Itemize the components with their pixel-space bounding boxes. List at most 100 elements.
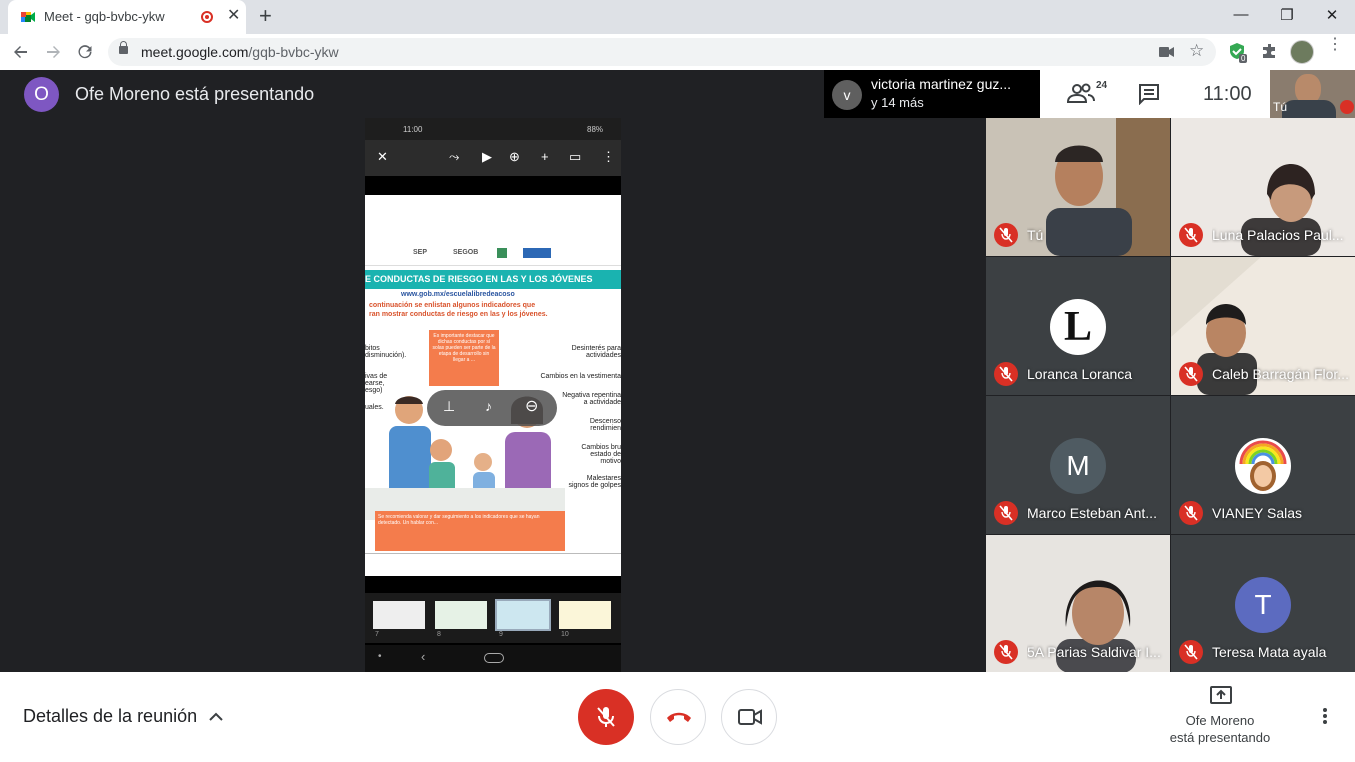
slide-callout: Es importante destacar que dichas conduc… xyxy=(429,330,499,386)
present-icon xyxy=(1210,686,1232,704)
self-preview-tile[interactable]: Tú xyxy=(1270,70,1355,118)
camera-blocked-icon[interactable] xyxy=(1159,46,1175,58)
star-icon[interactable]: ☆ xyxy=(1189,41,1204,61)
thumb-number: 7 xyxy=(375,631,379,638)
minimize-button[interactable]: — xyxy=(1231,6,1251,23)
reload-icon[interactable] xyxy=(74,41,96,63)
participant-tile[interactable]: 5A Parias Saldivar I... xyxy=(986,535,1170,673)
more-vert-icon[interactable] xyxy=(1318,704,1332,728)
camera-toggle-button[interactable] xyxy=(721,689,777,745)
participant-name: Marco Esteban Ant... xyxy=(1027,505,1157,521)
chat-more-count: y 14 más xyxy=(871,95,924,110)
thumb-number: 9 xyxy=(499,631,503,638)
chat-notification[interactable]: v victoria martinez guz... y 14 más xyxy=(824,70,1040,118)
slide-footer: Se recomienda valorar y dar seguimiento … xyxy=(375,511,565,551)
slide-logo-segob: SEGOB xyxy=(453,249,479,256)
comment-icon: ▭ xyxy=(569,149,582,164)
phone-back-icon: ‹ xyxy=(421,649,426,664)
participant-tile[interactable]: Tú xyxy=(986,118,1170,256)
participant-name: Caleb Barragán Flor... xyxy=(1212,366,1349,382)
mic-off-icon xyxy=(994,223,1018,247)
slide-thumbnail xyxy=(373,601,425,629)
slide-right-item: Desinterés para actividades xyxy=(571,345,621,359)
phone-time: 11:00 xyxy=(403,125,423,134)
chat-icon[interactable] xyxy=(1138,83,1160,105)
phone-nav-bar: • ‹ xyxy=(365,645,621,672)
chat-sender-avatar: v xyxy=(832,80,862,110)
slide-content: SEP SEGOB E CONDUCTAS DE RIESGO EN LAS Y… xyxy=(365,195,621,576)
meeting-details-button[interactable]: Detalles de la reunión xyxy=(23,706,197,727)
shield-extension-icon[interactable]: 0 xyxy=(1228,42,1248,64)
tab-close-icon[interactable]: ✕ xyxy=(227,7,240,25)
forward-arrow-icon[interactable] xyxy=(42,41,64,63)
participant-tile[interactable]: Luna Palacios Paul... xyxy=(1171,118,1355,256)
people-icon[interactable] xyxy=(1066,82,1096,104)
new-tab-button[interactable]: + xyxy=(259,5,272,27)
mic-off-icon xyxy=(994,640,1018,664)
participant-name: Teresa Mata ayala xyxy=(1212,644,1327,660)
participant-avatar: M xyxy=(1050,438,1106,494)
slide-right-item: Cambios en la vestimenta xyxy=(540,373,621,380)
restore-button[interactable]: ❐ xyxy=(1277,6,1297,24)
slide-logo-badge xyxy=(523,248,551,258)
self-label: Tú xyxy=(1273,100,1288,114)
participant-name: Loranca Loranca xyxy=(1027,366,1133,382)
hangup-button[interactable] xyxy=(650,689,706,745)
participants-count: 24 xyxy=(1096,80,1108,91)
thumb-number: 10 xyxy=(561,631,569,638)
camera-icon xyxy=(738,709,762,725)
slide-thumbnail xyxy=(559,601,611,629)
thumb-number: 8 xyxy=(437,631,441,638)
participant-name: VIANEY Salas xyxy=(1212,505,1303,521)
present-line2: está presentando xyxy=(1169,730,1271,745)
profile-avatar[interactable] xyxy=(1290,40,1314,64)
phone-status-bar: 11:00 88% xyxy=(365,118,621,140)
url-text: meet.google.com/gqb-bvbc-ykw xyxy=(141,44,339,60)
tab-title: Meet - gqb-bvbc-ykw xyxy=(44,9,165,24)
slide-heading: E CONDUCTAS DE RIESGO EN LAS Y LOS JÓVEN… xyxy=(365,270,621,289)
participant-avatar: T xyxy=(1235,577,1291,633)
recording-indicator-icon xyxy=(201,11,213,23)
browser-tab[interactable]: Meet - gqb-bvbc-ykw ✕ xyxy=(8,0,246,34)
presenter-text: Ofe Moreno está presentando xyxy=(75,84,315,104)
lock-icon xyxy=(119,41,128,54)
mic-off-icon xyxy=(1179,640,1203,664)
chat-sender-name: victoria martinez guz... xyxy=(871,76,1012,92)
participant-tile[interactable]: Caleb Barragán Flor... xyxy=(1171,257,1355,395)
slide-thumbnails: 7 8 9 10 xyxy=(365,593,621,643)
mic-toggle-button[interactable] xyxy=(578,689,634,745)
slide-logo-sep: SEP xyxy=(413,249,428,256)
phone-dot-icon: • xyxy=(378,651,382,662)
participant-tile[interactable]: T Teresa Mata ayala xyxy=(1171,535,1355,673)
participant-avatar: L xyxy=(1050,299,1106,355)
presenting-status-button[interactable]: Ofe Moreno está presentando xyxy=(1160,684,1280,748)
participant-name: Tú xyxy=(1027,227,1044,243)
pin-icon: ⊥ xyxy=(443,398,456,414)
meeting-top-controls: 24 11:00 xyxy=(1040,70,1270,118)
floating-controls: ⊥ ♪ ⊖ xyxy=(427,390,557,426)
chevron-up-icon[interactable] xyxy=(208,710,224,722)
slide-logo-mark xyxy=(497,248,507,258)
participant-tile[interactable]: L Loranca Loranca xyxy=(986,257,1170,395)
address-bar[interactable]: meet.google.com/gqb-bvbc-ykw ☆ xyxy=(108,38,1216,66)
present-label: Ofe Moreno está presentando xyxy=(1160,712,1280,746)
meet-favicon-icon xyxy=(21,12,35,22)
mic-off-icon xyxy=(994,362,1018,386)
close-icon: ✕ xyxy=(377,149,388,164)
participant-tile[interactable]: VIANEY Salas xyxy=(1171,396,1355,534)
self-video-body xyxy=(1282,100,1336,118)
slide-thumbnail xyxy=(435,601,487,629)
phone-home-icon xyxy=(484,653,504,663)
mic-off-icon xyxy=(1179,362,1203,386)
slide-left-item: bitos disminución). xyxy=(365,345,407,359)
extension-badge: 0 xyxy=(1239,54,1248,63)
slide-logos: SEP SEGOB xyxy=(365,243,621,266)
extension-icon[interactable] xyxy=(1261,42,1279,65)
window-close-button[interactable]: ✕ xyxy=(1322,6,1342,24)
back-arrow-icon[interactable] xyxy=(10,41,32,63)
participant-tile[interactable]: M Marco Esteban Ant... xyxy=(986,396,1170,534)
add-person-icon: ⊕ xyxy=(509,149,520,164)
add-icon: + xyxy=(541,149,549,164)
browser-menu-icon[interactable]: ⋮ xyxy=(1327,37,1343,53)
slide-url: www.gob.mx/escuelalibredeacoso xyxy=(401,291,515,298)
